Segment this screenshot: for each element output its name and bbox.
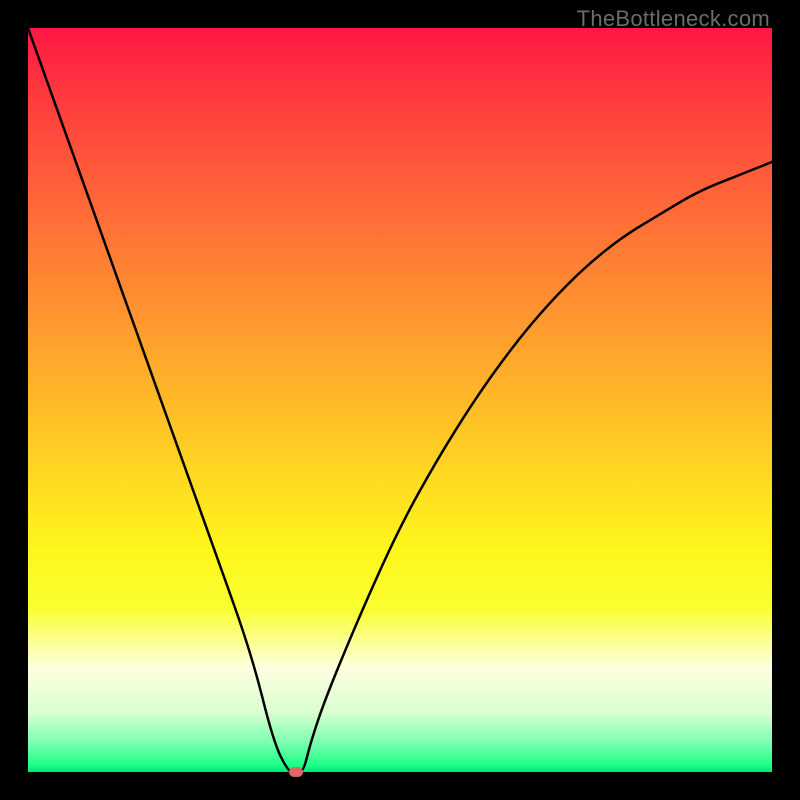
bottleneck-curve (28, 28, 772, 772)
plot-area (28, 28, 772, 772)
chart-container: TheBottleneck.com (0, 0, 800, 800)
curve-svg (28, 28, 772, 772)
minimum-marker (289, 767, 303, 777)
